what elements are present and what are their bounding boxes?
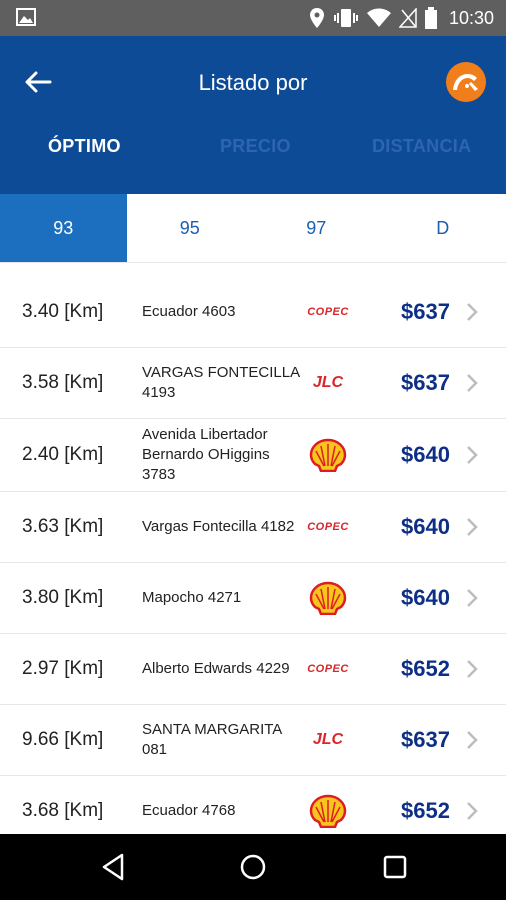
station-distance: 2.40 [Km] (22, 444, 104, 465)
station-distance: 3.40 [Km] (22, 301, 104, 322)
fuel-nozzle-icon (453, 74, 478, 91)
list-item[interactable]: 2.97 [Km] Alberto Edwards 4229 COPEC $65… (0, 634, 506, 705)
location-icon (309, 8, 324, 28)
station-price: $640 (401, 514, 450, 539)
chevron-right-icon (466, 492, 478, 562)
station-distance: 3.68 [Km] (22, 800, 104, 821)
app-bar: Listado por ÓPTIMO PRECIO DISTANCIA (0, 36, 506, 194)
fuel-pump-button[interactable] (446, 62, 486, 102)
station-distance: 3.58 [Km] (22, 372, 104, 393)
station-price: $640 (401, 585, 450, 610)
station-address: Mapocho 4271 (142, 589, 242, 606)
list-item[interactable]: 3.58 [Km] VARGAS FONTECILLA 4193 JLC $63… (0, 348, 506, 419)
shell-logo (302, 776, 354, 835)
jlc-logo: JLC (312, 374, 344, 391)
list-item[interactable]: 3.80 [Km] Mapocho 4271 $640 (0, 563, 506, 634)
tab-distancia[interactable]: DISTANCIA (372, 136, 471, 157)
list-item[interactable]: 3.40 [Km] Ecuador 4603 COPEC $637 (0, 277, 506, 348)
fuel-tab-95[interactable]: 95 (127, 194, 254, 262)
chevron-right-icon (466, 705, 478, 775)
page-title: Listado por (198, 70, 308, 95)
shell-logo (302, 563, 354, 633)
station-price: $652 (401, 656, 450, 681)
battery-icon (424, 7, 437, 29)
station-distance: 9.66 [Km] (22, 729, 104, 750)
station-price: $637 (401, 299, 450, 324)
nav-recents-icon[interactable] (380, 852, 410, 882)
station-address: Avenida Libertador Bernardo OHiggins 378… (142, 426, 270, 483)
fuel-type-selector: 93 95 97 D (0, 194, 506, 262)
no-signal-icon (398, 8, 417, 28)
chevron-right-icon (466, 776, 478, 835)
station-list: 3.40 [Km] Ecuador 4603 COPEC $637 3.58 [… (0, 262, 506, 835)
station-address: Ecuador 4603 (142, 303, 236, 320)
fuel-tab-diesel[interactable]: D (380, 194, 506, 262)
list-item[interactable]: 9.66 [Km] SANTA MARGARITA 081 JLC $637 (0, 705, 506, 776)
fuel-tab-93[interactable]: 93 (0, 194, 127, 262)
chevron-right-icon (466, 348, 478, 418)
list-item[interactable]: 2.40 [Km] Avenida Libertador Bernardo OH… (0, 419, 506, 492)
nav-home-icon[interactable] (238, 852, 268, 882)
wifi-icon (366, 8, 391, 27)
fuel-tab-97[interactable]: 97 (253, 194, 380, 262)
station-price: $637 (401, 727, 450, 752)
copec-logo: COPEC (307, 663, 349, 675)
nav-back-icon[interactable] (98, 852, 128, 882)
jlc-logo: JLC (312, 731, 344, 748)
clock: 10:30 (448, 7, 494, 28)
image-icon (16, 8, 36, 26)
vibrate-icon (333, 9, 358, 27)
station-address: SANTA MARGARITA 081 (142, 721, 282, 758)
station-address: VARGAS FONTECILLA 4193 (142, 364, 300, 401)
list-item[interactable]: 3.68 [Km] Ecuador 4768 $652 (0, 776, 506, 835)
station-distance: 2.97 [Km] (22, 658, 104, 679)
station-price: $640 (401, 442, 450, 467)
station-address: Alberto Edwards 4229 (142, 660, 290, 677)
chevron-right-icon (466, 634, 478, 704)
list-item[interactable]: 3.63 [Km] Vargas Fontecilla 4182 COPEC $… (0, 492, 506, 563)
station-price: $637 (401, 370, 450, 395)
tab-optimo[interactable]: ÓPTIMO (48, 136, 121, 157)
chevron-right-icon (466, 277, 478, 347)
tab-precio[interactable]: PRECIO (220, 136, 291, 157)
copec-logo: COPEC (307, 521, 349, 533)
copec-logo: COPEC (307, 306, 349, 318)
station-price: $652 (401, 798, 450, 823)
station-address: Ecuador 4768 (142, 802, 236, 819)
system-nav-bar (0, 834, 506, 900)
chevron-right-icon (466, 563, 478, 633)
status-bar: 10:30 (0, 0, 506, 36)
shell-logo (302, 419, 354, 491)
chevron-right-icon (466, 419, 478, 491)
station-address: Vargas Fontecilla 4182 (142, 518, 295, 535)
station-distance: 3.80 [Km] (22, 587, 104, 608)
station-distance: 3.63 [Km] (22, 516, 104, 537)
